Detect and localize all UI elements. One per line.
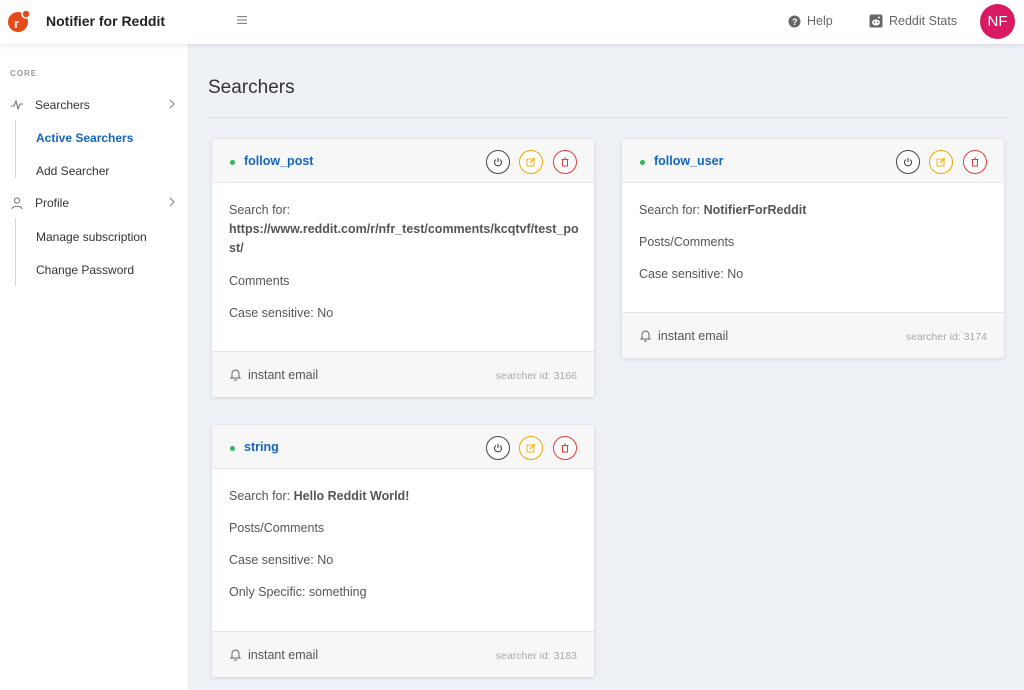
page-divider [208,117,1008,118]
app-logo-icon[interactable]: r [7,9,31,33]
active-status-dot [230,446,235,451]
trash-icon [561,157,569,167]
notification-type: instant email [248,368,319,382]
app-title[interactable]: Notifier for Reddit [46,13,165,29]
user-icon [11,197,23,210]
notification-type: instant email [658,329,729,343]
searcher-name-link[interactable]: string [244,440,279,454]
card-header: follow_post [212,139,594,183]
sidebar-item-profile[interactable]: Profile [0,192,189,214]
search-type: Comments [229,274,290,288]
search-for-label: Search for: [229,203,291,217]
reddit-stats-label: Reddit Stats [889,14,958,28]
edit-button[interactable] [519,150,543,174]
trash-icon [971,157,979,167]
toggle-power-button[interactable] [486,436,510,460]
chevron-right-icon [169,197,175,207]
search-for-value: https://www.reddit.com/r/nfr_test/commen… [229,222,579,255]
toggle-power-button[interactable] [486,150,510,174]
reddit-alien-icon [869,14,883,28]
case-sensitive: Case sensitive: No [229,553,334,567]
card-footer: instant email searcher id: 3174 [622,312,1004,358]
search-for-label: Search for: [639,203,701,217]
delete-button[interactable] [963,150,987,174]
sidebar-heading: CORE [10,69,38,78]
card-footer: instant email searcher id: 3166 [212,351,594,397]
help-link[interactable]: ? Help [788,14,833,28]
only-specific: Only Specific: something [229,585,367,599]
notification-type: instant email [248,648,319,662]
help-label: Help [807,14,833,28]
sidebar-item-label: Manage subscription [36,230,147,244]
delete-button[interactable] [553,436,577,460]
sidebar-item-label: Active Searchers [36,131,134,145]
edit-button[interactable] [519,436,543,460]
chevron-right-icon [169,99,175,109]
searcher-card: follow_user Search for: NotifierForReddi… [622,139,1004,358]
search-for-value: NotifierForReddit [703,203,807,217]
card-header: follow_user [622,139,1004,183]
searcher-card: follow_post Search for: https://www.redd… [212,139,594,397]
bell-icon [229,649,242,661]
searcher-card: string Search for: Hello Reddit World! P… [212,425,594,677]
power-icon [494,157,502,167]
card-header: string [212,425,594,469]
edit-button[interactable] [929,150,953,174]
case-sensitive: Case sensitive: No [229,306,334,320]
edit-icon [936,157,946,167]
sidebar-item-label: Change Password [36,263,135,277]
activity-icon [11,99,23,111]
sidebar-item-change-password[interactable]: Change Password [0,260,189,280]
searcher-name-link[interactable]: follow_user [654,154,723,168]
searcher-id: searcher id: 3166 [495,370,577,382]
sidebar-item-label: Searchers [35,98,90,112]
search-for-line: Search for: NotifierForReddit [639,203,806,217]
active-status-dot [640,160,645,165]
sidebar-item-label: Profile [35,196,70,210]
card-footer: instant email searcher id: 3183 [212,631,594,677]
searcher-id: searcher id: 3174 [905,331,987,343]
search-for-value: Hello Reddit World! [293,489,410,503]
delete-button[interactable] [553,150,577,174]
reddit-stats-link[interactable]: Reddit Stats [869,14,957,28]
searcher-id: searcher id: 3183 [495,650,577,662]
edit-icon [526,157,536,167]
top-navbar: r Notifier for Reddit ? Help Reddit Stat… [0,0,1024,44]
power-icon [904,157,912,167]
avatar[interactable]: NF [980,4,1015,39]
question-circle-icon: ? [788,15,801,27]
hamburger-menu-icon[interactable] [236,14,248,26]
bell-icon [229,369,242,381]
svg-text:?: ? [792,17,798,27]
sidebar-item-manage-subscription[interactable]: Manage subscription [0,227,189,247]
case-sensitive: Case sensitive: No [639,267,744,281]
trash-icon [561,443,569,453]
sidebar-item-searchers[interactable]: Searchers [0,94,189,116]
page-title: Searchers [208,77,295,98]
sidebar-item-active-searchers[interactable]: Active Searchers [0,128,189,148]
search-type: Posts/Comments [229,521,325,535]
sidebar: CORE Searchers Active Searchers Add Sear… [0,44,189,690]
svg-text:r: r [14,16,19,31]
search-type: Posts/Comments [639,235,735,249]
search-for-label: Search for: [229,489,291,503]
bell-icon [639,330,652,342]
sidebar-item-label: Add Searcher [36,164,110,178]
toggle-power-button[interactable] [896,150,920,174]
sidebar-item-add-searcher[interactable]: Add Searcher [0,161,189,181]
search-for-line: Search for: Hello Reddit World! [229,489,409,503]
searcher-name-link[interactable]: follow_post [244,154,313,168]
edit-icon [526,443,536,453]
power-icon [494,443,502,453]
active-status-dot [230,160,235,165]
